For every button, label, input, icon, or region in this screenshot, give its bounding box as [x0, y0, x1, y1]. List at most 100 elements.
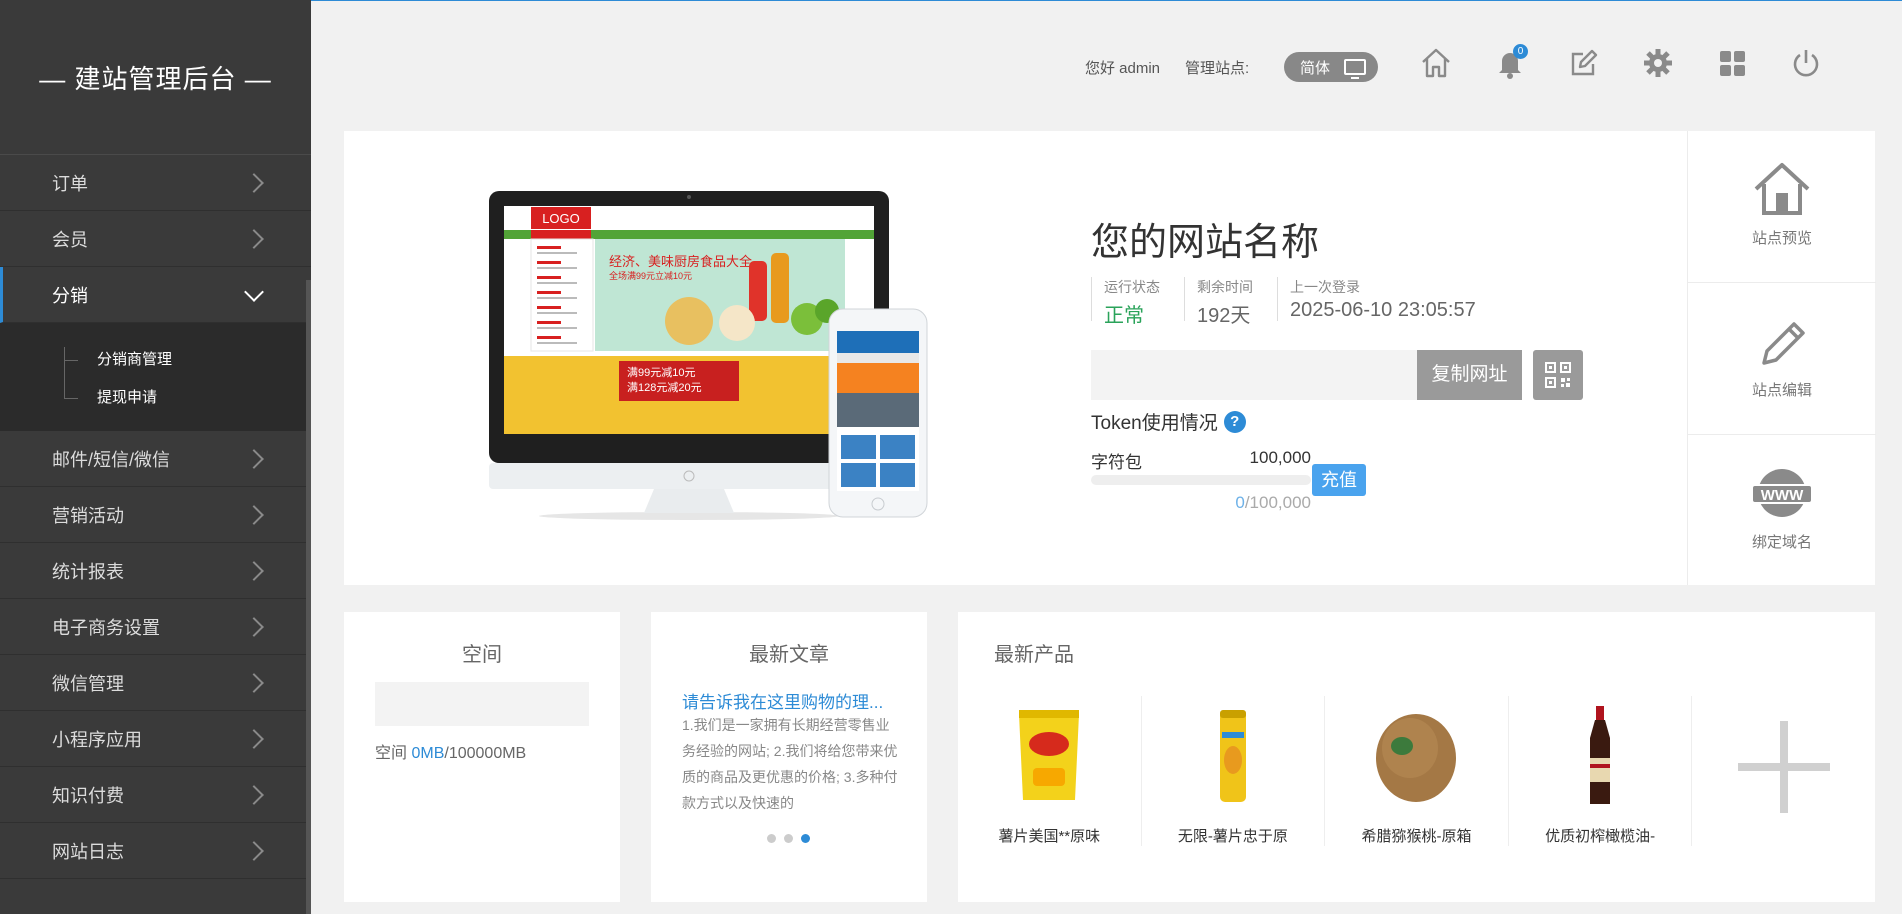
www-globe-icon: WWW	[1752, 469, 1812, 517]
monitor-icon	[1344, 59, 1367, 79]
language-label: 简体	[1300, 59, 1331, 77]
sidebar-item-reports[interactable]: 统计报表	[0, 543, 311, 599]
bell-icon[interactable]: 0	[1493, 44, 1528, 80]
site-edit-action[interactable]: 站点编辑	[1688, 283, 1876, 435]
qr-code-icon	[1545, 362, 1571, 388]
mockup-banner-headline: 经济、美味厨房食品大全	[609, 254, 752, 269]
chips-can-image	[1219, 710, 1246, 802]
recharge-button[interactable]: 充值	[1312, 464, 1366, 496]
sidebar-menu: 订单 会员 分销 分销商管理 提现申请 邮件/短信/微信 营销活动 统计报表 电…	[0, 155, 311, 879]
submenu-item-withdrawal-request[interactable]: 提现申请	[0, 379, 311, 417]
plus-icon	[1737, 721, 1830, 813]
token-package-label: 字符包	[1091, 453, 1142, 472]
site-stats: 运行状态 正常 剩余时间 192天 上一次登录 2025-06-10 23:05…	[1091, 277, 1500, 327]
add-product-button[interactable]	[1692, 696, 1875, 846]
site-preview-action[interactable]: 站点预览	[1688, 131, 1876, 283]
sidebar-item-label: 微信管理	[52, 673, 124, 694]
carousel-dot-active[interactable]	[801, 834, 810, 843]
sidebar-item-label: 营销活动	[52, 505, 124, 526]
product-item[interactable]: 优质初榨橄榄油-	[1509, 696, 1693, 846]
chevron-right-icon	[244, 728, 264, 749]
website-mockup-illustration: LOGO 经济、美味厨房食品大全 全场满99元立减10元 满99元减10元 满1…	[489, 191, 928, 520]
sidebar-item-ecommerce[interactable]: 电子商务设置	[0, 599, 311, 655]
sidebar-scrollbar[interactable]	[306, 280, 311, 914]
submenu-item-distributor-management[interactable]: 分销商管理	[0, 341, 311, 379]
help-icon[interactable]: ?	[1223, 410, 1246, 433]
site-name: 您的网站名称	[1091, 222, 1320, 264]
pencil-icon	[1762, 322, 1805, 365]
last-login-value: 2025-06-10 23:05:57	[1290, 299, 1476, 321]
product-item[interactable]: 薯片美国**原味	[958, 696, 1142, 846]
token-usage-label: Token使用情况	[1091, 413, 1218, 434]
sidebar-item-miniapp[interactable]: 小程序应用	[0, 711, 311, 767]
remaining-stat: 剩余时间 192天	[1184, 277, 1253, 327]
chevron-down-icon	[244, 281, 264, 302]
sidebar-item-label: 分销	[52, 285, 88, 306]
chevron-right-icon	[244, 784, 264, 805]
last-login-stat: 上一次登录 2025-06-10 23:05:57	[1277, 277, 1476, 321]
token-used-value: 0	[1235, 493, 1245, 512]
edit-icon[interactable]	[1567, 46, 1601, 80]
copy-url-button[interactable]: 复制网址	[1417, 350, 1522, 400]
home-icon[interactable]	[1419, 46, 1453, 80]
mockup-promo-1: 满99元减10元	[627, 366, 695, 379]
mockup-promo-2: 满128元减20元	[627, 381, 702, 394]
notification-badge: 0	[1513, 44, 1528, 59]
qr-code-button[interactable]	[1533, 350, 1583, 400]
kiwi-fruit-image	[1376, 714, 1457, 802]
space-used: 0MB	[411, 745, 445, 762]
svg-text:WWW: WWW	[1761, 487, 1804, 504]
space-label: 空间	[375, 745, 408, 762]
product-list: 薯片美国**原味 无限-薯片忠于原 希腊猕猴桃-原箱 优质初榨橄榄油-	[958, 696, 1875, 846]
sidebar-item-marketing[interactable]: 营销活动	[0, 487, 311, 543]
token-package-total: 100,000	[1249, 448, 1311, 467]
submenu-tree-tick	[64, 398, 78, 399]
sidebar: — 建站管理后台 — 订单 会员 分销 分销商管理 提现申请 邮件/短信/微信 …	[0, 0, 311, 914]
grid-icon[interactable]	[1715, 46, 1749, 80]
distribution-submenu: 分销商管理 提现申请	[0, 323, 311, 431]
chevron-right-icon	[244, 448, 264, 469]
submenu-tree-line	[64, 347, 65, 399]
product-item[interactable]: 希腊猕猴桃-原箱	[1325, 696, 1509, 846]
sidebar-item-knowledge[interactable]: 知识付费	[0, 767, 311, 823]
sidebar-item-label: 网站日志	[52, 841, 124, 862]
sidebar-item-label: 统计报表	[52, 561, 124, 582]
submenu-tree-tick	[64, 360, 78, 361]
gear-icon[interactable]	[1641, 46, 1675, 80]
article-headline-link[interactable]: 请告诉我在这里购物的理...	[682, 688, 898, 713]
sidebar-item-label: 知识付费	[52, 785, 124, 806]
chevron-right-icon	[244, 672, 264, 693]
mockup-banner-subline: 全场满99元立减10元	[609, 270, 692, 281]
space-usage-bar	[375, 682, 589, 726]
sidebar-item-orders[interactable]: 订单	[0, 155, 311, 211]
sidebar-item-members[interactable]: 会员	[0, 211, 311, 267]
site-label: 管理站点:	[1185, 60, 1250, 77]
latest-products-card: 最新产品 薯片美国**原味 无限-薯片忠于原 希腊猕猴桃-原箱 优质初榨橄榄油-	[958, 612, 1875, 902]
status-stat: 运行状态 正常	[1091, 277, 1160, 327]
articles-title: 最新文章	[749, 644, 829, 666]
bind-domain-action[interactable]: WWW 绑定域名	[1688, 435, 1876, 586]
language-switch[interactable]: 简体	[1284, 52, 1378, 82]
mockup-logo: LOGO	[542, 211, 580, 226]
sidebar-item-logs[interactable]: 网站日志	[0, 823, 311, 879]
sidebar-item-label: 订单	[52, 173, 88, 194]
brand-title: — 建站管理后台 —	[0, 0, 311, 155]
products-title: 最新产品	[994, 644, 1074, 666]
site-url-field[interactable]	[1091, 350, 1417, 400]
product-name: 无限-薯片忠于原	[1177, 828, 1288, 845]
sidebar-item-label: 小程序应用	[52, 729, 142, 750]
quick-actions: 站点预览 站点编辑 WWW 绑定域名	[1687, 131, 1876, 585]
sidebar-item-mail[interactable]: 邮件/短信/微信	[0, 431, 311, 487]
carousel-dot[interactable]	[767, 834, 776, 843]
power-icon[interactable]	[1789, 46, 1823, 80]
token-used-total: /100,000	[1244, 493, 1311, 512]
last-login-label: 上一次登录	[1290, 279, 1360, 295]
house-icon	[1754, 163, 1810, 215]
chips-bag-image	[1019, 710, 1080, 800]
sidebar-item-wechat[interactable]: 微信管理	[0, 655, 311, 711]
chevron-right-icon	[244, 840, 264, 861]
status-value: 正常	[1104, 305, 1144, 327]
sidebar-item-distribution[interactable]: 分销	[0, 267, 311, 323]
carousel-dot[interactable]	[784, 834, 793, 843]
product-item[interactable]: 无限-薯片忠于原	[1142, 696, 1326, 846]
